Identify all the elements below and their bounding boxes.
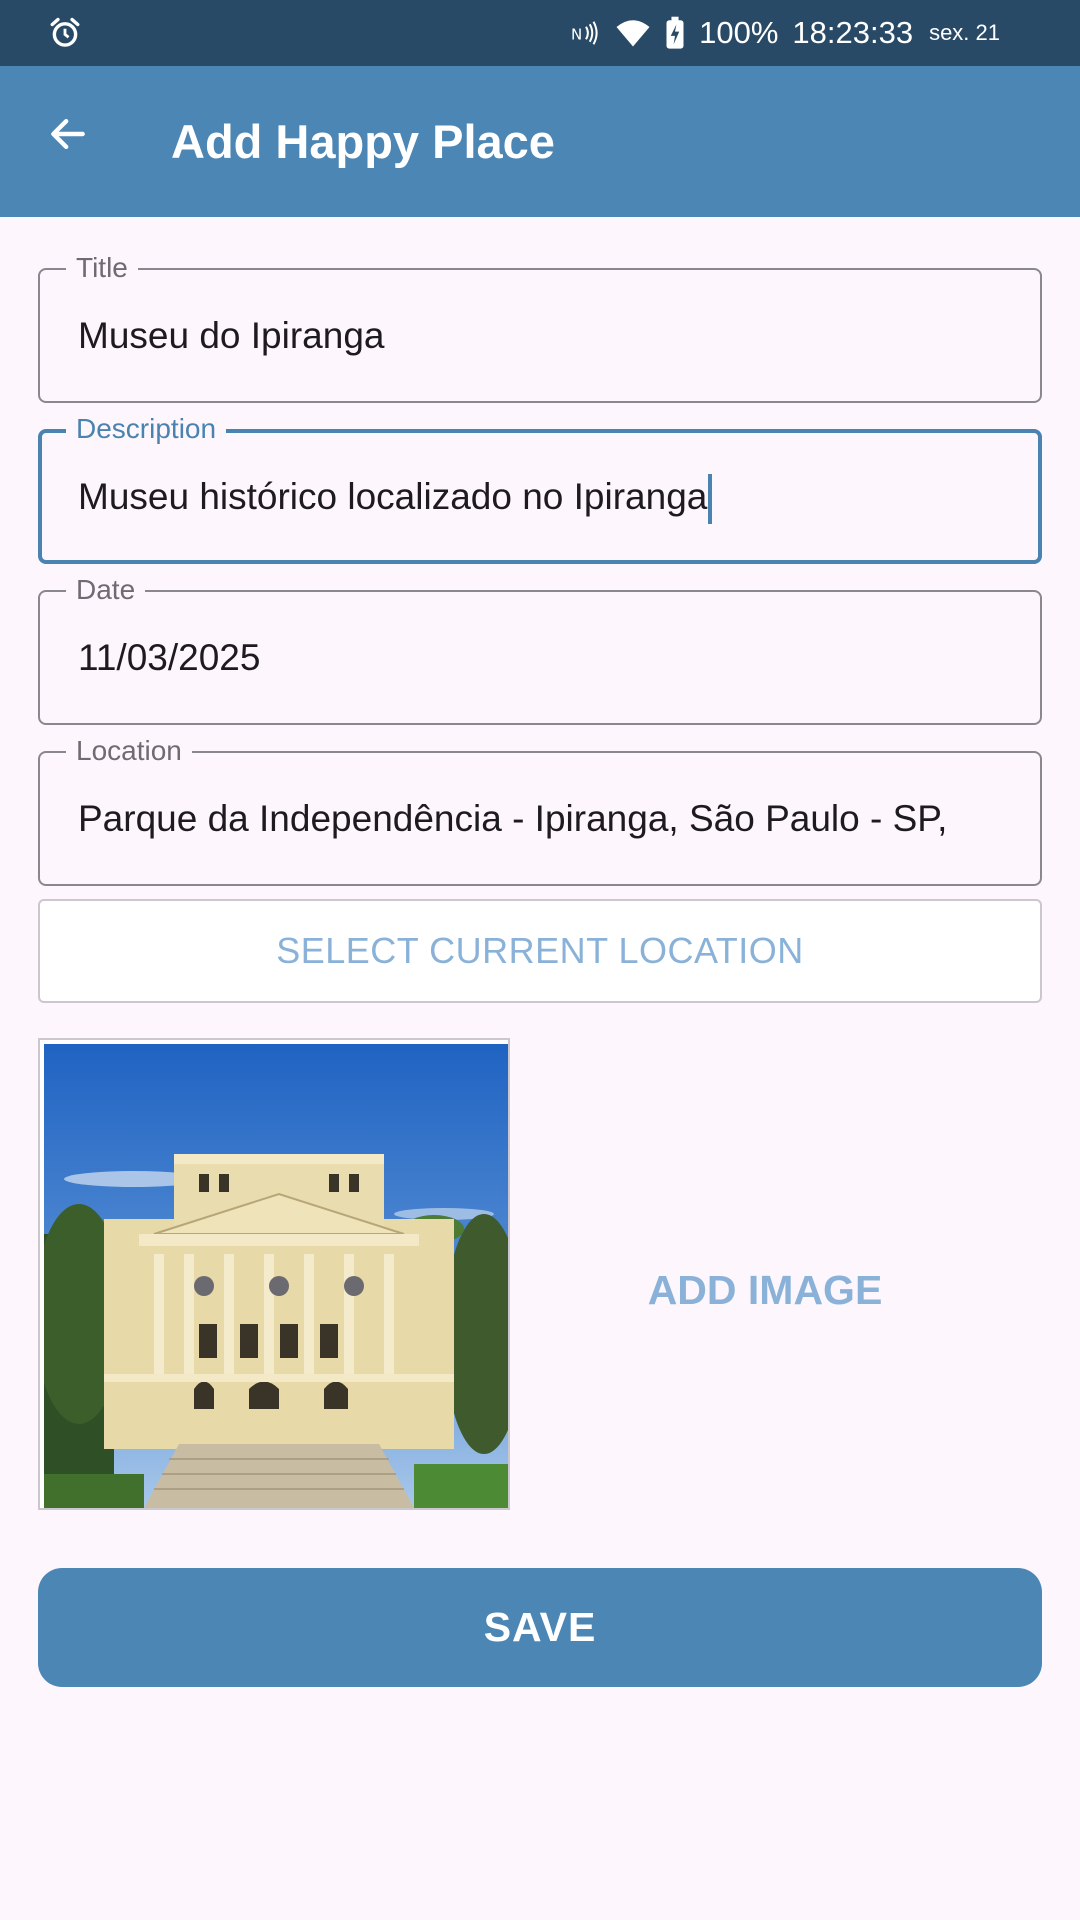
status-indicators: N 100% 18:23:33 sex. 21 [571,0,1000,66]
battery-charging-icon [666,16,684,49]
description-input-text: Museu histórico localizado no Ipiranga [78,476,708,517]
svg-text:N: N [571,25,582,43]
add-image-button[interactable]: ADD IMAGE [600,1250,930,1330]
select-current-location-button[interactable]: SELECT CURRENT LOCATION [38,899,1042,1003]
app-bar: Add Happy Place [0,66,1080,217]
description-field[interactable]: Description Museu histórico localizado n… [38,412,1042,564]
battery-percentage: 100% [699,15,779,50]
date-field[interactable]: Date 11/03/2025 [38,573,1042,725]
museum-photo [44,1044,508,1508]
nfc-icon: N [571,21,598,45]
place-image[interactable] [38,1038,510,1510]
status-bar: N 100% 18:23:33 sex. 21 [0,0,1080,66]
date-input[interactable]: 11/03/2025 [78,592,1010,723]
back-button[interactable] [34,100,102,168]
page-title: Add Happy Place [171,115,555,168]
title-field[interactable]: Title Museu do Ipiranga [38,251,1042,403]
status-date: sex. 21 [929,20,1000,45]
wifi-icon [616,20,650,47]
title-input[interactable]: Museu do Ipiranga [78,270,1010,401]
location-field[interactable]: Location Parque da Independência - Ipira… [38,734,1042,886]
description-input[interactable]: Museu histórico localizado no Ipiranga [78,433,1008,560]
text-cursor [708,474,713,525]
save-button[interactable]: SAVE [38,1568,1042,1687]
status-time: 18:23:33 [792,15,914,50]
alarm-icon [50,17,80,47]
location-input[interactable]: Parque da Independência - Ipiranga, São … [78,753,1010,884]
arrow-back-icon [51,118,85,150]
